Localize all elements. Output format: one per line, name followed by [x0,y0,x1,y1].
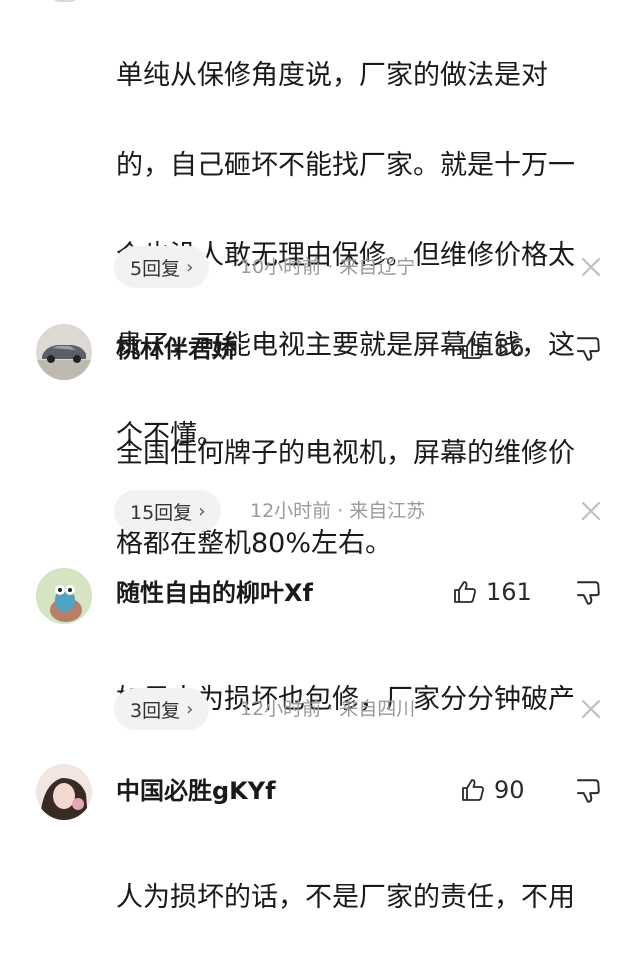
comment-1: 单纯从保修角度说，厂家的做法是对 的，自己砸坏不能找厂家。就是十万一 个也没人敢… [0,0,640,451]
avatar[interactable] [36,568,92,624]
username[interactable]: 随性自由的柳叶Xf [116,578,313,608]
avatar-partial [50,0,80,2]
chevron-right-icon: › [198,500,206,522]
replies-button[interactable]: 5回复 › [114,246,210,288]
comment-meta: 12小时前 · 来自江苏 [250,500,426,522]
thumbs-down-outline-icon[interactable] [574,777,602,805]
replies-label: 15回复 [130,501,193,524]
car-avatar-image [36,324,92,380]
replies-label: 5回复 [130,257,181,280]
avatar[interactable] [36,324,92,380]
comment-line: 单纯从保修角度说，厂家的做法是对 [116,60,548,91]
chevron-right-icon: › [186,698,194,720]
like-button[interactable]: 90 [460,775,525,805]
chevron-right-icon: › [186,256,194,278]
comment-4: 中国必胜gKYf 90 人为损坏的话，不是厂家的责任，不用 [0,750,640,913]
cartoon-avatar-image [36,568,92,624]
like-button[interactable]: 86 [460,333,525,363]
close-x-icon[interactable] [580,698,602,720]
replies-label: 3回复 [130,699,181,722]
thumbs-down-outline-icon[interactable] [574,579,602,607]
close-x-icon[interactable] [580,500,602,522]
photo-avatar-image [36,764,92,820]
close-x-icon[interactable] [580,256,602,278]
replies-button[interactable]: 15回复 › [114,490,222,532]
avatar[interactable] [36,764,92,820]
comment-line: 人为损坏的话，不是厂家的责任，不用 [116,882,575,913]
comment-meta: 10小时前 · 来自辽宁 [240,256,416,278]
like-count: 86 [494,334,525,362]
comment-3: 随性自由的柳叶Xf 161 如果人为损坏也包修，厂家分分钟破产 3回复 › 12… [0,550,640,750]
replies-button[interactable]: 3回复 › [114,688,210,730]
comment-line: 的，自己砸坏不能找厂家。就是十万一 [116,150,575,181]
comment-text: 人为损坏的话，不是厂家的责任，不用 [116,830,616,965]
like-button[interactable]: 161 [452,577,532,607]
thumbs-up-outline-icon [454,581,476,603]
like-count: 161 [486,578,532,606]
thumbs-up-outline-icon [462,337,484,359]
username[interactable]: 中国必胜gKYf [116,776,276,806]
thumbs-up-outline-icon [462,779,484,801]
thumbs-down-outline-icon[interactable] [574,335,602,363]
username[interactable]: 桃林伴君娇 [116,334,236,364]
comment-line: 全国任何牌子的电视机，屏幕的维修价 [116,438,575,469]
like-count: 90 [494,776,525,804]
comment-2: 桃林伴君娇 86 全国任何牌子的电视机，屏幕的维修价 格都在整机80%左右。 1… [0,300,640,559]
comment-meta: 12小时前 · 来自四川 [240,698,416,720]
